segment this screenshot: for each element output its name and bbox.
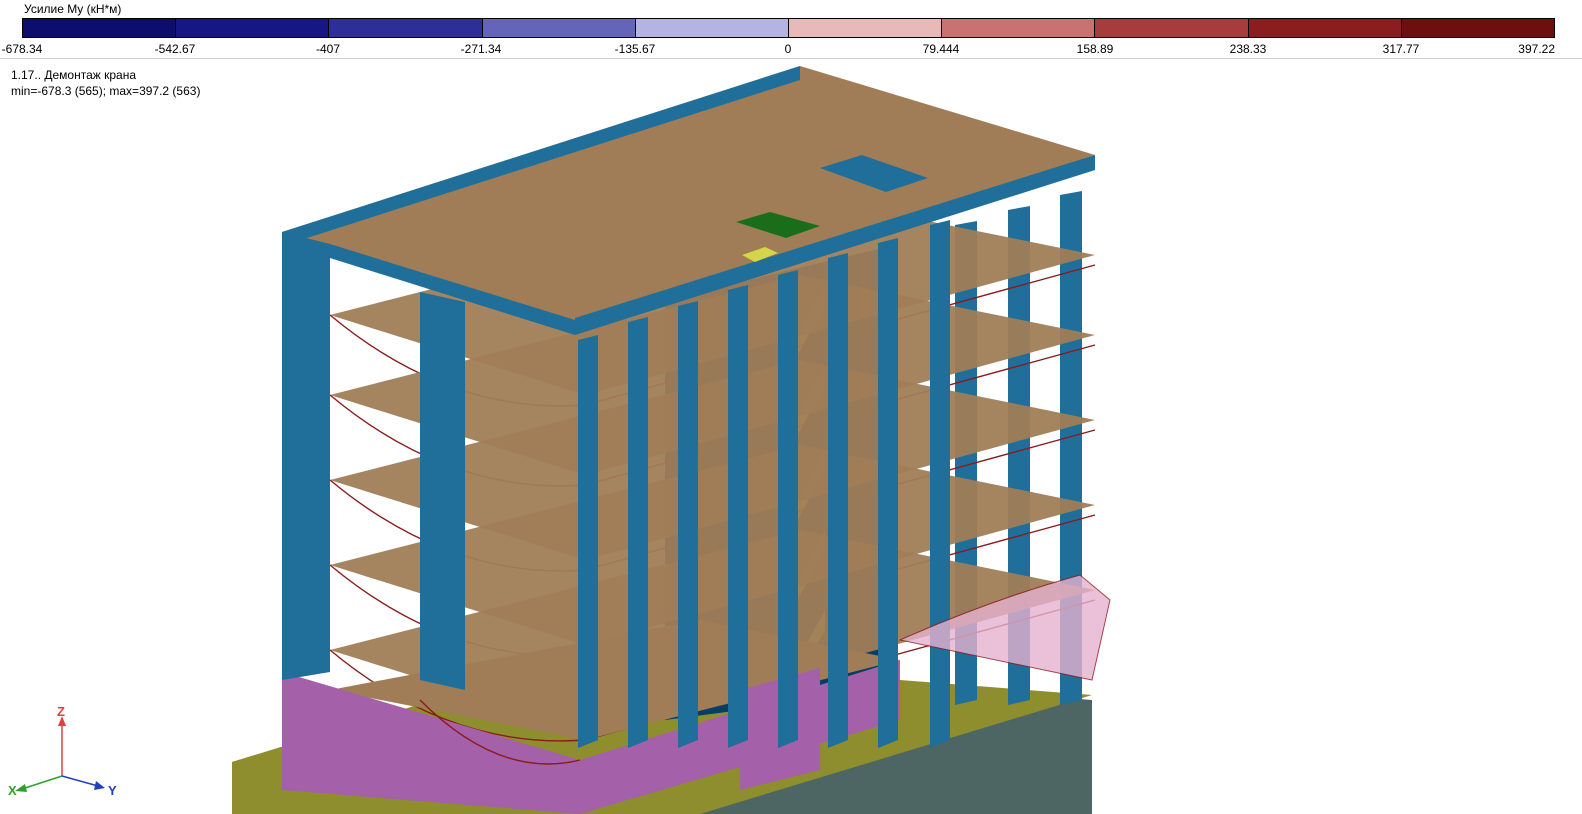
shear-wall (420, 292, 465, 690)
scale-tick-label: -271.34 (460, 42, 502, 56)
scale-tick-label: 79.444 (922, 42, 960, 56)
scale-segment (789, 19, 943, 37)
z-axis-label: Z (57, 704, 65, 719)
scale-segment (176, 19, 330, 37)
scale-tick-label: 238.33 (1229, 42, 1267, 56)
color-scale-bar (22, 18, 1555, 38)
scale-segment (482, 19, 636, 37)
column (930, 220, 950, 748)
scale-segment (23, 19, 177, 37)
y-axis-label: Y (108, 783, 117, 798)
scale-tick-label: -678.34 (1, 42, 43, 56)
scale-segment (1401, 19, 1555, 37)
scale-segment (1248, 19, 1402, 37)
column (628, 317, 648, 748)
axis-triad-lines (15, 716, 105, 792)
scale-segment (942, 19, 1096, 37)
corner-wall (282, 224, 330, 680)
x-axis-label: X (8, 783, 17, 798)
column (828, 253, 848, 748)
scale-segment (1095, 19, 1249, 37)
column (678, 301, 698, 748)
scale-tick-label: 317.77 (1382, 42, 1420, 56)
column (578, 335, 598, 748)
scale-tick-label: -407 (315, 42, 341, 56)
axis-triad: Z X Y (8, 704, 117, 798)
scale-segment (635, 19, 790, 37)
legend-title: Усилие My (кН*м) (24, 2, 122, 16)
structural-model-view[interactable] (0, 60, 1582, 814)
legend-separator (0, 58, 1582, 59)
scale-tick-label: -542.67 (154, 42, 196, 56)
scale-tick-label: -135.67 (614, 42, 656, 56)
scale-tick-label: 397.22 (1518, 42, 1555, 56)
column (778, 270, 798, 748)
column (728, 285, 748, 748)
scale-tick-label: 158.89 (1076, 42, 1114, 56)
column (878, 238, 898, 748)
scale-segment (329, 19, 483, 37)
scale-tick-label: 0 (784, 42, 792, 56)
